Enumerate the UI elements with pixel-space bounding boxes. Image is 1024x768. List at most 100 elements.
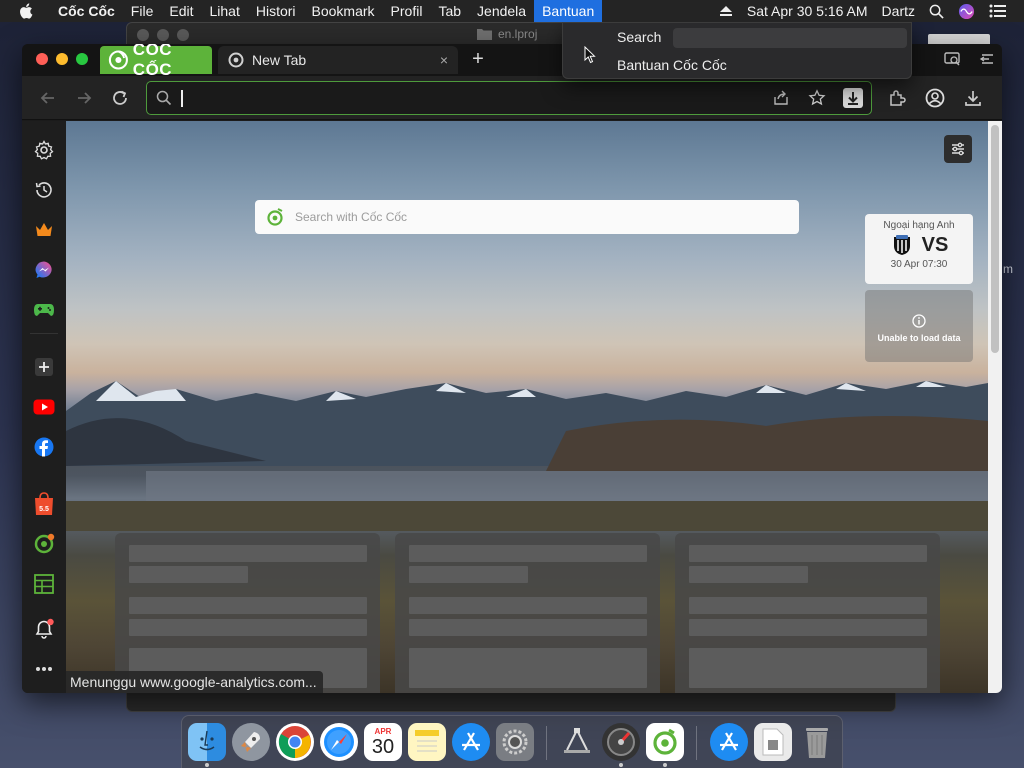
apple-icon[interactable] [18,2,36,20]
dock-chrome-icon[interactable] [276,723,314,761]
help-menu-dropdown: Search Bantuan Cốc Cốc [562,22,912,79]
search-icon [156,90,172,106]
sidebar-games-icon[interactable] [33,299,55,321]
tab-close-icon[interactable]: × [440,52,448,68]
skeleton-line [409,619,647,636]
sidebar-notification-icon[interactable] [33,618,55,640]
menu-view[interactable]: Lihat [201,0,247,22]
sidebar-shopping-icon[interactable]: 5.5 [33,492,55,515]
menu-help[interactable]: Bantuan [534,0,603,22]
window-close-button[interactable] [36,53,48,65]
sidebar-toggle-icon[interactable] [978,50,996,68]
dock-launchpad-icon[interactable] [232,723,270,761]
newtab-settings-button[interactable] [944,135,972,163]
dock-downloads-folder-icon[interactable] [710,723,748,761]
dock: APR 30 [181,715,843,768]
new-tab-page: Ngoại hạng Anh VS 30 Apr 07:30 Unable to… [66,121,988,693]
brand-tab-label: CỐC CỐC [132,44,173,79]
menu-profile[interactable]: Profil [383,0,431,22]
news-card-placeholder[interactable] [395,533,660,693]
dock-trash-icon[interactable] [798,723,836,761]
menu-clock[interactable]: Sat Apr 30 5:16 AM [740,0,875,22]
new-tab-button[interactable]: + [466,48,490,72]
menu-user[interactable]: Dartz [875,0,922,22]
loading-status-bar: Menunggu www.google-analytics.com... [66,671,323,693]
siri-icon[interactable] [951,0,982,22]
reload-button[interactable] [108,86,132,110]
background-landscape [66,381,988,531]
skeleton-line [689,545,927,562]
dock-disk-utility-icon[interactable] [602,723,640,761]
back-window-title: en.lproj [477,27,537,41]
download-page-icon[interactable] [843,88,863,108]
address-bar[interactable] [146,81,872,115]
menu-bar: Cốc Cốc File Edit Lihat Histori Bookmark… [0,0,1024,22]
help-menu-item-coccoc-help[interactable]: Bantuan Cốc Cốc [617,57,727,73]
arrow-right-icon [78,92,92,104]
sidebar-add-icon[interactable] [33,356,55,378]
menu-tab[interactable]: Tab [430,0,469,22]
sidebar-messenger-icon[interactable] [33,259,55,281]
sidebar-table-icon[interactable] [33,573,55,595]
extensions-icon[interactable] [886,87,908,109]
football-match-card[interactable]: Ngoại hạng Anh VS 30 Apr 07:30 [865,214,973,284]
arrow-left-icon [40,92,54,104]
tab-search-icon[interactable] [944,50,962,68]
tab-title: New Tab [252,52,307,68]
browser-toolbar [22,76,1002,120]
sidebar-settings-icon[interactable] [33,139,55,161]
mouse-cursor-icon [584,46,596,64]
dock-safari-icon[interactable] [320,723,358,761]
dock-document-icon[interactable] [754,723,792,761]
profile-icon[interactable] [924,87,946,109]
menu-app-name[interactable]: Cốc Cốc [50,0,123,22]
news-card-placeholder[interactable] [675,533,940,693]
back-button[interactable] [36,86,60,110]
skeleton-block [409,648,647,688]
widget-error-card: Unable to load data [865,290,973,362]
menu-edit[interactable]: Edit [161,0,201,22]
dock-notes-icon[interactable] [408,723,446,761]
skeleton-line [689,597,927,614]
sidebar-crown-icon[interactable] [33,219,55,241]
menu-history[interactable]: Histori [248,0,304,22]
text-caret [181,90,183,107]
news-card-placeholder[interactable] [115,533,380,693]
downloads-icon[interactable] [962,87,984,109]
dock-running-indicator [205,763,209,767]
skeleton-line [129,619,367,636]
newtab-search-box[interactable] [255,200,799,234]
page-scrollbar[interactable] [988,121,1002,693]
sidebar-more-icon[interactable] [33,658,55,680]
menu-window[interactable]: Jendela [469,0,534,22]
tab-new-tab[interactable]: New Tab × [218,46,458,74]
match-date: 30 Apr 07:30 [890,259,948,270]
sidebar-coccoc-icon[interactable] [33,533,55,555]
forward-button[interactable] [72,86,96,110]
scrollbar-thumb[interactable] [991,125,999,353]
sidebar-youtube-icon[interactable] [33,396,55,418]
dock-calendar-icon[interactable]: APR 30 [364,723,402,761]
menu-file[interactable]: File [123,0,162,22]
skeleton-line [689,566,808,583]
dock-finder-icon[interactable] [188,723,226,761]
dock-coccoc-icon[interactable] [646,723,684,761]
bookmark-star-icon[interactable] [807,88,827,108]
dock-app-store-icon[interactable] [452,723,490,761]
sidebar-facebook-icon[interactable] [33,436,55,458]
widget-error-message: Unable to load data [877,333,961,343]
control-center-icon[interactable] [982,0,1014,22]
help-search-input[interactable] [673,28,907,48]
menu-bookmark[interactable]: Bookmark [304,0,383,22]
sidebar-history-icon[interactable] [33,179,55,201]
window-zoom-button[interactable] [76,53,88,65]
window-minimize-button[interactable] [56,53,68,65]
address-input[interactable] [179,86,759,110]
eject-icon[interactable] [712,0,740,22]
dock-system-preferences-icon[interactable] [496,723,534,761]
share-icon[interactable] [771,88,791,108]
newtab-search-input[interactable] [295,210,775,224]
spotlight-icon[interactable] [922,0,951,22]
dock-network-utility-icon[interactable] [558,723,596,761]
brand-tab[interactable]: CỐC CỐC [100,44,212,79]
